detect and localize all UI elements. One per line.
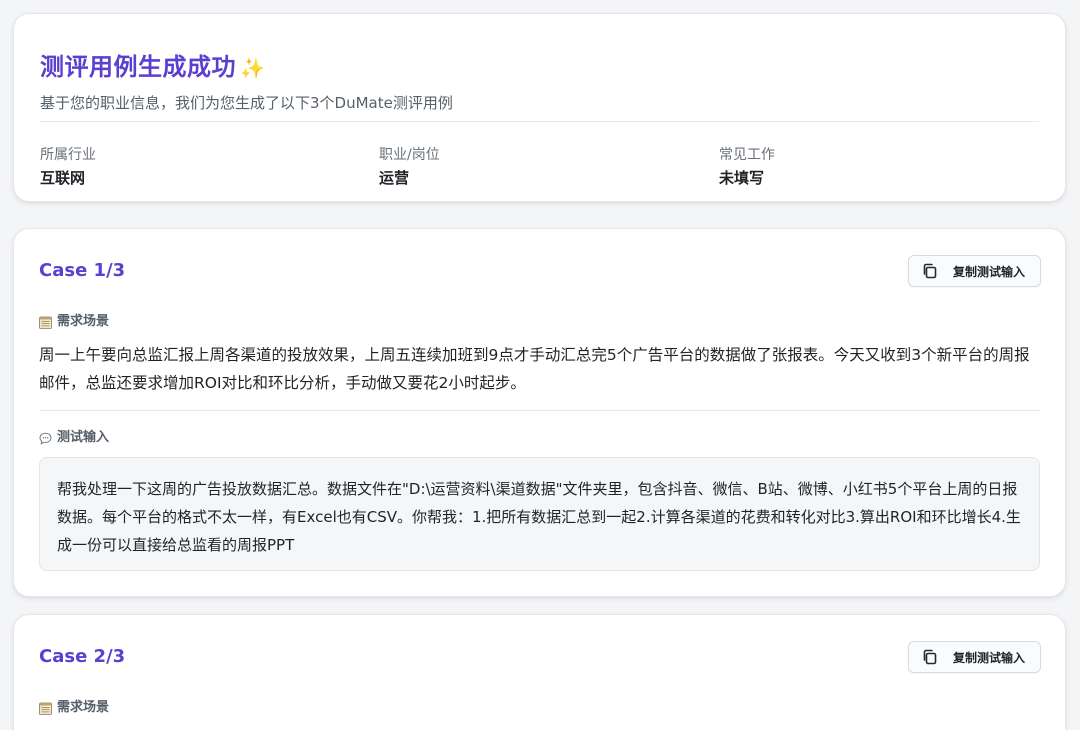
page-title: 测评用例生成成功 ✨	[40, 52, 265, 83]
sparkle-icon: ✨	[240, 56, 266, 80]
input-label: 测试输入	[39, 429, 109, 447]
scene-label-text: 需求场景	[57, 700, 110, 715]
copy-button-label: 复制测试输入	[953, 264, 1026, 279]
info-label: 职业/岗位	[379, 147, 440, 163]
page-subtitle: 基于您的职业信息，我们为您生成了以下3个DuMate测评用例	[40, 94, 453, 112]
scene-label: 需求场景	[39, 313, 109, 331]
info-value: 未填写	[719, 169, 765, 187]
page: 测评用例生成成功 ✨ 基于您的职业信息，我们为您生成了以下3个DuMate测评用例…	[0, 0, 1080, 730]
info-value: 运营	[379, 169, 410, 187]
info-label: 所属行业	[40, 147, 96, 163]
info-common-work: 常见工作 未填写	[719, 145, 775, 189]
scene-description: 周一上午要向总监汇报上周各渠道的投放效果，上周五连续加班到9点才手动汇总完5个广…	[39, 346, 1030, 392]
info-label: 常见工作	[719, 147, 775, 163]
info-position: 职业/岗位 运营	[379, 145, 440, 189]
copy-icon	[923, 649, 937, 665]
copy-icon	[923, 263, 937, 279]
page-title-text: 测评用例生成成功	[40, 53, 236, 81]
divider	[39, 410, 1040, 411]
case-title: Case 1/3	[39, 260, 126, 281]
case-card: Case 2/3 复制测试输入 需求场景	[13, 614, 1066, 730]
input-label-text: 测试输入	[57, 430, 110, 445]
notepad-icon	[39, 702, 52, 715]
notepad-icon	[39, 316, 52, 329]
copy-test-input-button[interactable]: 复制测试输入	[908, 641, 1041, 673]
speech-bubble-icon	[39, 432, 52, 445]
test-input-box[interactable]: 帮我处理一下这周的广告投放数据汇总。数据文件在"D:\运营资料\渠道数据"文件夹…	[39, 457, 1040, 571]
case-card: Case 1/3 复制测试输入 需求场景 周一上午要向总监汇报上周各渠道的投放效…	[13, 228, 1066, 597]
copy-test-input-button[interactable]: 复制测试输入	[908, 255, 1041, 287]
summary-card: 测评用例生成成功 ✨ 基于您的职业信息，我们为您生成了以下3个DuMate测评用例…	[13, 13, 1066, 202]
divider	[40, 121, 1039, 122]
info-value: 互联网	[40, 169, 86, 187]
info-industry: 所属行业 互联网	[40, 145, 96, 189]
case-title: Case 2/3	[39, 646, 126, 667]
scene-label-text: 需求场景	[57, 314, 110, 329]
scene-label: 需求场景	[39, 699, 109, 717]
copy-button-label: 复制测试输入	[953, 650, 1026, 665]
